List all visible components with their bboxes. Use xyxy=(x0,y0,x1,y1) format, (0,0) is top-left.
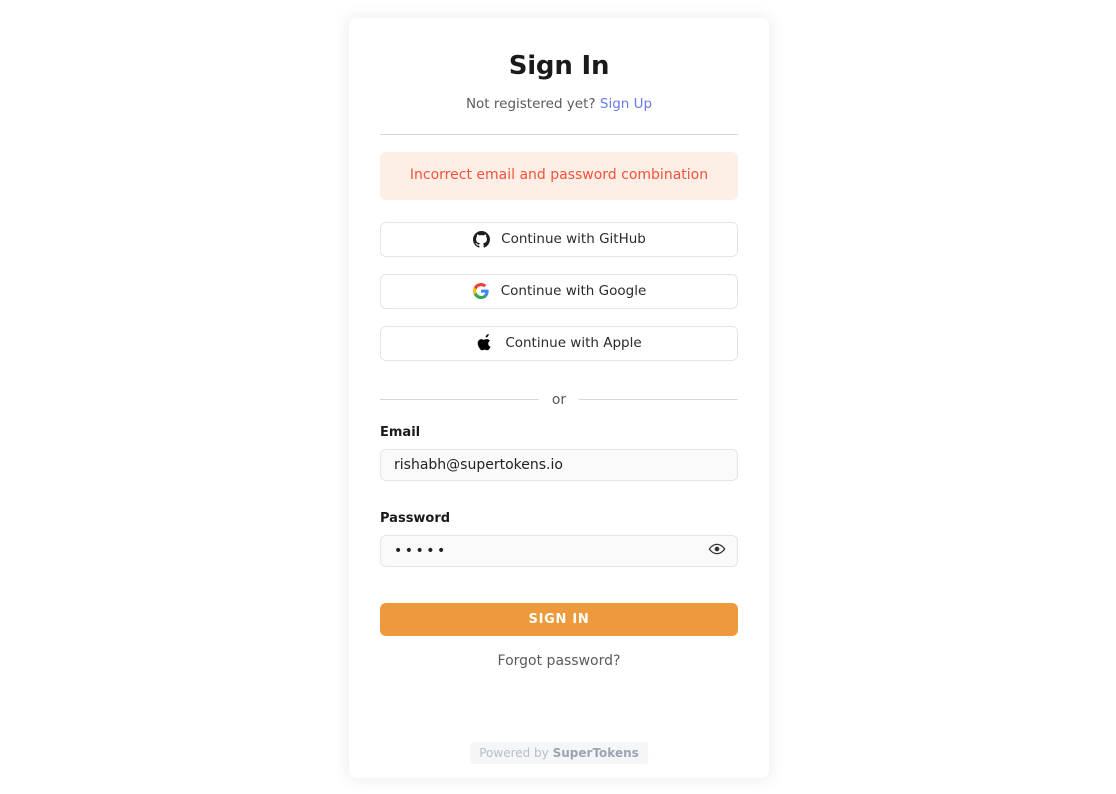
password-input[interactable]: ••••• xyxy=(380,534,738,567)
apple-icon xyxy=(476,334,494,352)
divider-label: or xyxy=(551,391,567,408)
email-label: Email xyxy=(380,424,421,440)
sign-in-card: Sign In Not registered yet? Sign Up Inco… xyxy=(349,18,769,778)
page-title: Sign In xyxy=(508,51,610,81)
divider-line-left xyxy=(380,399,539,401)
show-password-toggle[interactable] xyxy=(707,541,727,561)
powered-by-badge: Powered by SuperTokens xyxy=(470,742,648,764)
email-input[interactable] xyxy=(380,448,738,481)
continue-with-google-label: Continue with Google xyxy=(500,283,647,300)
password-label: Password xyxy=(380,510,451,526)
signup-prompt-text: Not registered yet? xyxy=(465,96,596,112)
password-input-wrapper: ••••• xyxy=(380,534,738,567)
divider-line-right xyxy=(579,399,739,401)
error-message-banner: Incorrect email and password combination xyxy=(380,152,738,200)
github-icon xyxy=(472,230,490,248)
continue-with-apple-label: Continue with Apple xyxy=(505,335,642,352)
signup-prompt: Not registered yet? Sign Up xyxy=(380,96,738,112)
email-input-wrapper xyxy=(380,448,738,481)
eye-icon xyxy=(708,540,726,561)
sign-up-link[interactable]: Sign Up xyxy=(600,96,652,112)
continue-with-github-button[interactable]: Continue with GitHub xyxy=(380,221,738,257)
provider-button-group: Continue with GitHub Continue with Googl… xyxy=(380,221,738,361)
continue-with-google-button[interactable]: Continue with Google xyxy=(380,273,738,309)
password-field-group: Password ••••• xyxy=(380,511,738,567)
or-divider: or xyxy=(380,391,739,408)
auth-page: Sign In Not registered yet? Sign Up Inco… xyxy=(0,0,1116,794)
email-field-group: Email xyxy=(380,425,738,481)
continue-with-apple-button[interactable]: Continue with Apple xyxy=(380,325,738,361)
sign-in-button[interactable]: SIGN IN xyxy=(380,602,738,636)
google-icon xyxy=(472,282,490,300)
continue-with-github-label: Continue with GitHub xyxy=(501,231,646,248)
header-divider xyxy=(380,134,738,135)
powered-by-text: Powered by xyxy=(479,746,549,760)
forgot-password-link[interactable]: Forgot password? xyxy=(380,653,738,669)
supertokens-brand: SuperTokens xyxy=(552,746,639,760)
